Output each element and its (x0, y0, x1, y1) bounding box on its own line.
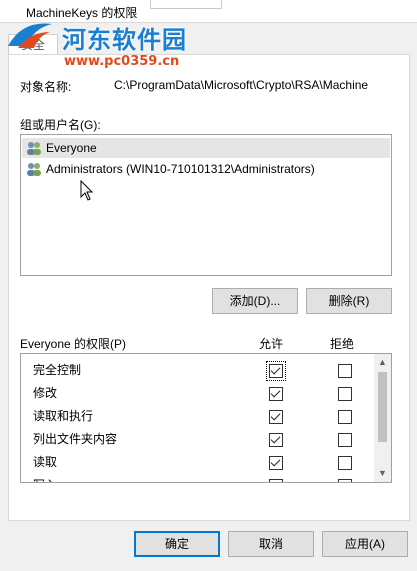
permission-row-write: 写入 (21, 474, 373, 482)
permissions-label: Everyone 的权限(P) (20, 337, 127, 351)
tab-security[interactable]: 安全 (8, 34, 58, 55)
permission-name: 完全控制 (33, 363, 82, 377)
object-name-label: 对象名称: (20, 80, 72, 94)
allow-column-header: 允许 (259, 337, 284, 351)
list-item-label: Administrators (WIN10-710101312\Administ… (46, 162, 315, 176)
permission-row-read-execute: 读取和执行 (21, 405, 373, 428)
object-name-value: C:\ProgramData\Microsoft\Crypto\RSA\Mach… (114, 78, 369, 92)
list-item-label: Everyone (46, 141, 97, 155)
permission-name: 读取和执行 (33, 409, 94, 423)
ok-button[interactable]: 确定 (134, 531, 220, 557)
title-tab-stub (150, 0, 222, 9)
allow-checkbox[interactable] (269, 410, 283, 424)
permissions-scrollbar[interactable]: ▲ ▼ (374, 354, 391, 482)
scrollbar-thumb[interactable] (378, 372, 387, 442)
deny-column-header: 拒绝 (330, 337, 355, 351)
watermark-brand: 河东软件园 (62, 26, 187, 54)
list-item-administrators[interactable]: Administrators (WIN10-710101312\Administ… (22, 159, 390, 179)
allow-checkbox[interactable] (266, 361, 286, 381)
permission-row-full-control: 完全控制 (21, 359, 373, 382)
user-group-icon (27, 142, 41, 155)
permission-row-modify: 修改 (21, 382, 373, 405)
deny-checkbox[interactable] (338, 433, 352, 447)
apply-button[interactable]: 应用(A) (322, 531, 408, 557)
deny-checkbox[interactable] (338, 479, 352, 482)
permissions-table: 完全控制 修改 读取和执行 列出文件夹内容 读取 写入 ▲ ▼ (20, 353, 392, 483)
permission-row-list-folder: 列出文件夹内容 (21, 428, 373, 451)
groups-label: 组或用户名(G): (20, 118, 101, 132)
cancel-button[interactable]: 取消 (228, 531, 314, 557)
permission-name: 写入 (33, 474, 57, 482)
window-title: MachineKeys 的权限 (26, 6, 138, 20)
permission-name: 列出文件夹内容 (33, 432, 118, 446)
deny-checkbox[interactable] (338, 410, 352, 424)
allow-checkbox[interactable] (269, 456, 283, 470)
mouse-cursor-icon (80, 180, 94, 201)
groups-listbox[interactable]: Everyone Administrators (WIN10-710101312… (20, 134, 392, 276)
allow-checkbox[interactable] (269, 387, 283, 401)
deny-checkbox[interactable] (338, 456, 352, 470)
allow-checkbox[interactable] (269, 479, 283, 482)
list-item-everyone[interactable]: Everyone (22, 138, 390, 158)
add-button[interactable]: 添加(D)... (212, 288, 298, 314)
permission-name: 读取 (33, 455, 58, 469)
scroll-up-icon[interactable]: ▲ (374, 354, 391, 371)
window-title-bar: MachineKeys 的权限 (0, 0, 417, 23)
permission-row-read: 读取 (21, 451, 373, 474)
allow-checkbox[interactable] (269, 433, 283, 447)
deny-checkbox[interactable] (338, 387, 352, 401)
deny-checkbox[interactable] (338, 364, 352, 378)
permission-name: 修改 (33, 386, 58, 400)
user-group-icon (27, 163, 41, 176)
scroll-down-icon[interactable]: ▼ (374, 465, 391, 482)
remove-button[interactable]: 删除(R) (306, 288, 392, 314)
